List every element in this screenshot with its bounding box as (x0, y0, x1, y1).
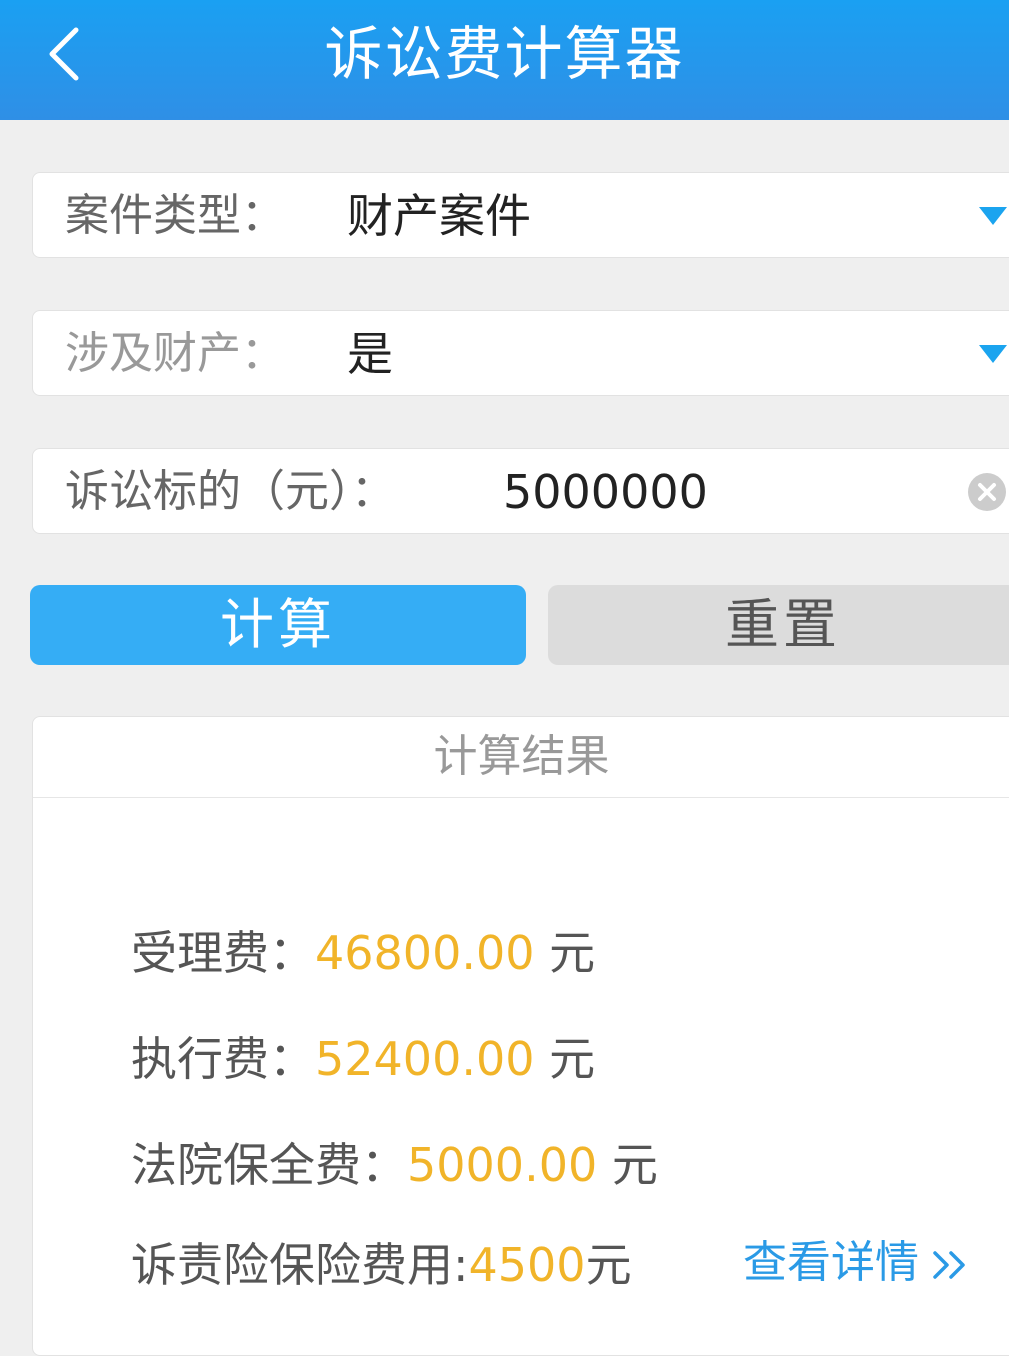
execution-fee-unit: 元 (534, 1032, 596, 1086)
result-panel: 计算结果 受理费：46800.00 元 执行费：52400.00 元 法院保全费… (32, 716, 1009, 1356)
execution-fee-amount: 52400.00 (315, 1032, 535, 1086)
clear-icon[interactable] (967, 472, 1007, 512)
acceptance-fee-label: 受理费： (131, 926, 315, 980)
execution-fee-label: 执行费： (131, 1032, 315, 1086)
calculate-button[interactable]: 计算 (30, 585, 526, 665)
page-title: 诉讼费计算器 (324, 20, 685, 88)
view-details-label: 查看详情 (743, 1237, 919, 1288)
insurance-fee-amount: 4500 (468, 1238, 586, 1292)
involves-property-select[interactable]: 涉及财产： 是 (32, 310, 1009, 396)
claim-amount-field[interactable]: 诉讼标的（元）： 5000000 (32, 448, 1009, 534)
preservation-fee-unit: 元 (597, 1138, 658, 1192)
insurance-fee-unit: 元 (585, 1238, 632, 1292)
case-type-select[interactable]: 案件类型： 财产案件 (32, 172, 1009, 258)
dropdown-arrow-icon (979, 345, 1007, 363)
case-type-value: 财产案件 (347, 189, 531, 243)
reset-button[interactable]: 重置 (548, 585, 1009, 665)
view-details-link[interactable]: 查看详情 (743, 1233, 971, 1293)
claim-amount-label: 诉讼标的（元）： (65, 466, 395, 517)
preservation-fee-row: 法院保全费：5000.00 元 (131, 1135, 658, 1195)
involves-property-value: 是 (347, 327, 393, 381)
double-chevron-right-icon (933, 1251, 965, 1279)
execution-fee-row: 执行费：52400.00 元 (131, 1029, 595, 1089)
acceptance-fee-unit: 元 (534, 926, 596, 980)
preservation-fee-label: 法院保全费： (131, 1138, 407, 1192)
insurance-fee-row: 诉责险保险费用:4500元 (131, 1235, 632, 1295)
acceptance-fee-row: 受理费：46800.00 元 (131, 923, 595, 983)
acceptance-fee-amount: 46800.00 (315, 926, 535, 980)
top-app-bar: 诉讼费计算器 (0, 0, 1009, 120)
preservation-fee-amount: 5000.00 (407, 1138, 598, 1192)
involves-property-label: 涉及财产： (65, 328, 285, 379)
result-title: 计算结果 (33, 717, 1009, 798)
claim-amount-input[interactable]: 5000000 (503, 449, 708, 535)
insurance-fee-label: 诉责险保险费用: (131, 1238, 469, 1292)
case-type-label: 案件类型： (65, 190, 285, 241)
dropdown-arrow-icon (979, 207, 1007, 225)
